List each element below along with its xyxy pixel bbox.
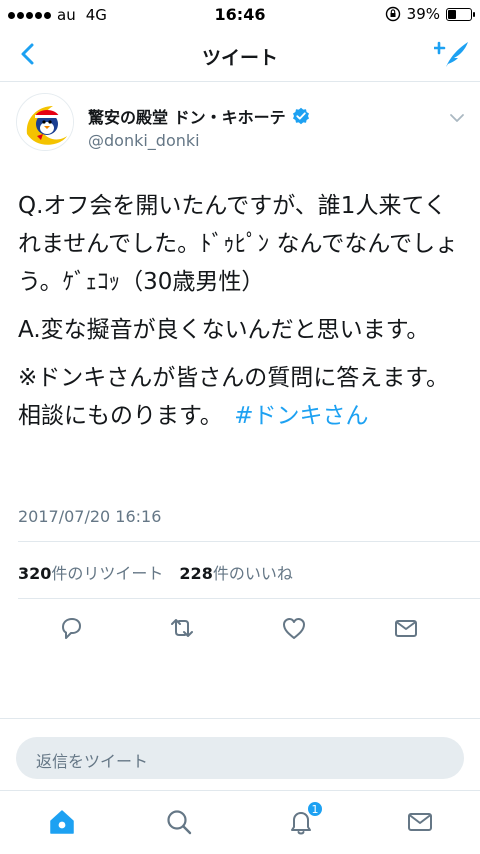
retweet-stat[interactable]: 320件のリツイート	[18, 560, 163, 584]
reply-bar: 返信をツイート	[0, 718, 480, 790]
donki-logo-icon	[17, 94, 73, 150]
status-bar: au 4G 16:46 39%	[0, 0, 480, 30]
tweet-paragraph-question: Q.オフ会を開いたんですが、誰1人来てくれませんでした。ﾄﾞｩﾋﾟﾝ なんでなん…	[18, 193, 459, 295]
tweet-text: Q.オフ会を開いたんですが、誰1人来てくれませんでした。ﾄﾞｩﾋﾟﾝ なんでなん…	[18, 187, 468, 445]
author-name-row[interactable]: 驚安の殿堂 ドン・キホーテ	[88, 104, 310, 128]
tab-bar: 1	[0, 790, 480, 854]
reply-input[interactable]: 返信をツイート	[16, 737, 464, 779]
like-label: 件のいいね	[212, 564, 293, 583]
direct-message-icon[interactable]	[392, 614, 420, 642]
like-heart-icon[interactable]	[280, 614, 308, 642]
retweet-icon[interactable]	[168, 614, 196, 642]
reply-icon[interactable]	[57, 614, 85, 642]
tweet-paragraph-notice: ※ドンキさんが皆さんの質問に答えます。相談にものります。 #ドンキさん	[18, 359, 468, 435]
nav-bar: ツイート	[0, 30, 480, 82]
home-icon[interactable]	[47, 807, 77, 837]
notification-badge: 1	[307, 801, 323, 817]
orientation-lock-icon	[385, 6, 400, 22]
retweet-label: 件のリツイート	[51, 564, 164, 583]
tweet-paragraph-answer: A.変な擬音が良くないんだと思います。	[18, 317, 430, 343]
battery-icon	[446, 7, 475, 21]
author-handle[interactable]: @donki_donki	[88, 131, 200, 150]
avatar[interactable]	[16, 93, 74, 151]
page-title: ツイート	[201, 47, 278, 69]
divider	[18, 541, 480, 542]
tweet-timestamp: 2017/07/20 16:16	[18, 507, 162, 526]
chevron-down-icon[interactable]	[448, 109, 466, 127]
divider	[18, 598, 480, 599]
tweet-actions	[0, 612, 480, 642]
hashtag-link[interactable]: #ドンキさん	[234, 403, 368, 429]
compose-tweet-icon[interactable]	[434, 38, 470, 70]
like-count: 228	[179, 564, 213, 583]
author-name: 驚安の殿堂 ドン・キホーテ	[88, 108, 286, 127]
like-stat[interactable]: 228件のいいね	[179, 560, 292, 584]
verified-badge-icon	[292, 107, 309, 125]
battery-percent: 39%	[406, 5, 440, 23]
messages-envelope-icon[interactable]	[405, 807, 435, 837]
retweet-count: 320	[18, 564, 52, 583]
status-right: 39%	[385, 5, 475, 23]
search-icon[interactable]	[164, 807, 194, 837]
tweet-stats: 320件のリツイート 228件のいいね	[18, 560, 293, 584]
